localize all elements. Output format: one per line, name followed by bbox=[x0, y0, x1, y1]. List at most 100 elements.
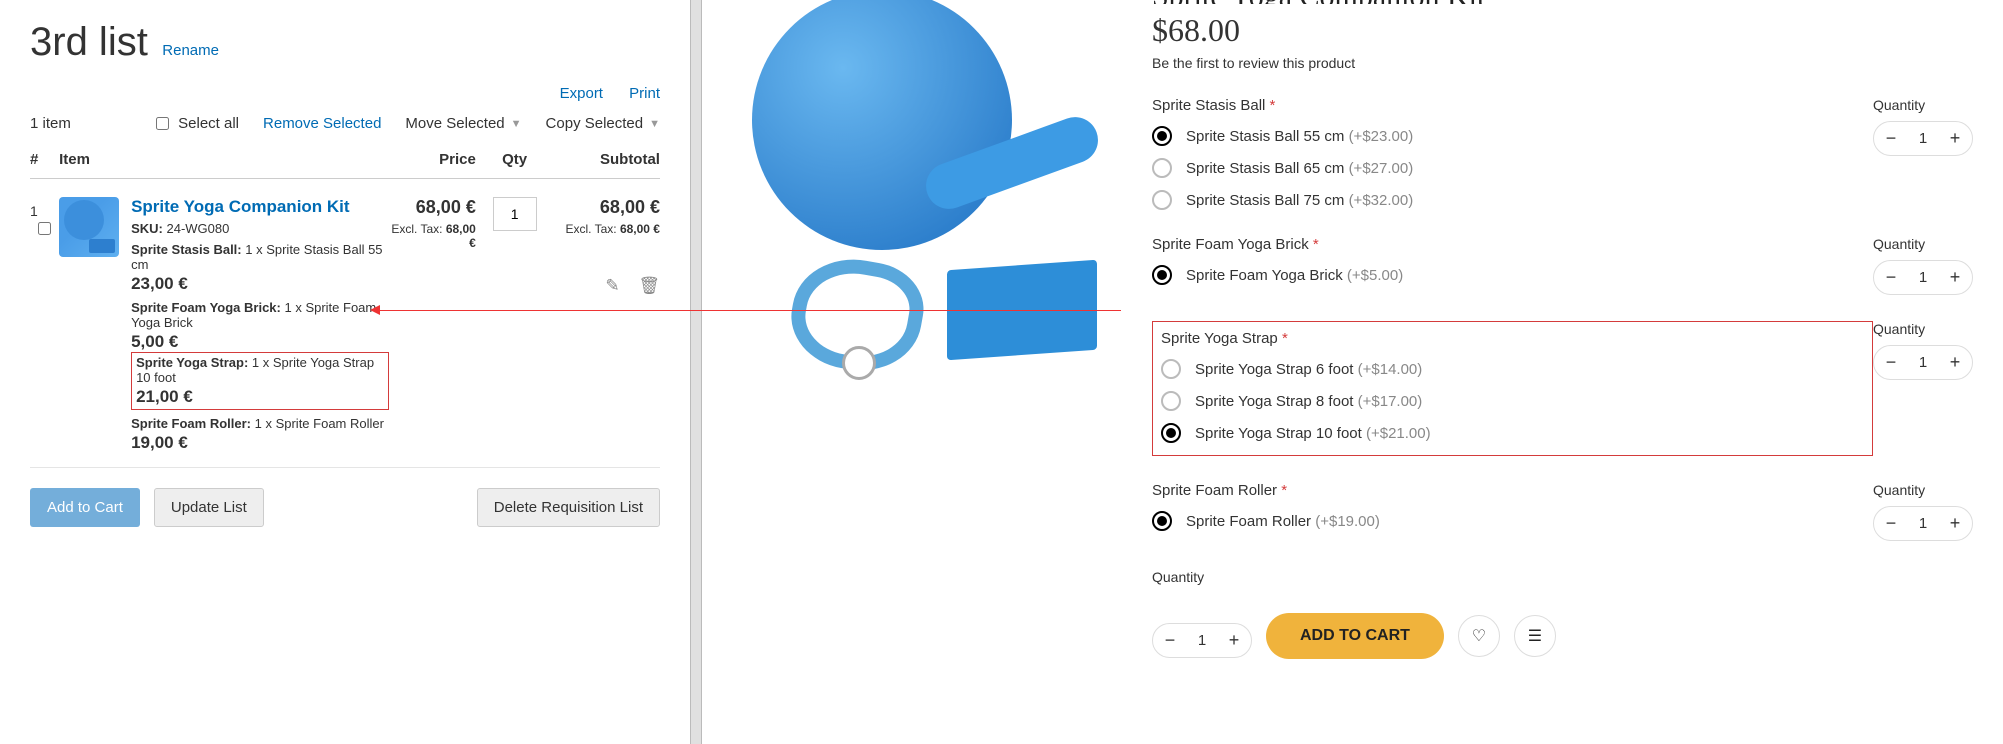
quantity-value: 1 bbox=[1916, 269, 1930, 286]
option-label: Sprite Yoga Strap 8 foot (+$17.00) bbox=[1195, 393, 1422, 410]
sku-value: 24-WG080 bbox=[166, 221, 229, 236]
option-radio-row[interactable]: Sprite Stasis Ball 55 cm (+$23.00) bbox=[1152, 126, 1873, 146]
quantity-stepper[interactable]: − 1 + bbox=[1873, 345, 1973, 380]
bundle-price: 23,00 € bbox=[131, 274, 389, 294]
select-all[interactable]: Select all bbox=[152, 114, 239, 133]
quantity-stepper[interactable]: − 1 + bbox=[1873, 506, 1973, 541]
radio-icon[interactable] bbox=[1161, 391, 1181, 411]
table-row: 1 Sprite Yoga Companion Kit SKU: 24-WG08… bbox=[30, 179, 660, 453]
wishlist-button[interactable]: ♡ bbox=[1458, 615, 1500, 657]
col-item: Item bbox=[59, 151, 389, 168]
minus-icon[interactable]: − bbox=[1884, 267, 1898, 288]
row-checkbox[interactable] bbox=[38, 222, 51, 235]
minus-icon[interactable]: − bbox=[1884, 513, 1898, 534]
option-radio-row[interactable]: Sprite Foam Yoga Brick (+$5.00) bbox=[1152, 265, 1873, 285]
option-radio-row[interactable]: Sprite Foam Roller (+$19.00) bbox=[1152, 511, 1873, 531]
quantity-value: 1 bbox=[1916, 354, 1930, 371]
page-title: 3rd list bbox=[30, 20, 148, 65]
plus-icon[interactable]: + bbox=[1948, 352, 1962, 373]
delete-list-button[interactable]: Delete Requisition List bbox=[477, 488, 660, 527]
option-radio-row[interactable]: Sprite Yoga Strap 8 foot (+$17.00) bbox=[1161, 391, 1864, 411]
option-title: Sprite Foam Roller * bbox=[1152, 482, 1873, 499]
option-block: Sprite Foam Roller * Sprite Foam Roller (… bbox=[1152, 482, 1973, 541]
bundle-value: 1 x Sprite Foam Roller bbox=[255, 416, 384, 431]
radio-icon[interactable] bbox=[1152, 190, 1172, 210]
option-label: Sprite Foam Yoga Brick (+$5.00) bbox=[1186, 267, 1403, 284]
radio-icon[interactable] bbox=[1161, 359, 1181, 379]
item-count: 1 item bbox=[30, 115, 71, 132]
col-qty: Qty bbox=[476, 151, 554, 168]
quantity-value: 1 bbox=[1195, 632, 1209, 649]
radio-icon[interactable] bbox=[1152, 158, 1172, 178]
option-title: Sprite Yoga Strap * bbox=[1161, 330, 1864, 347]
add-to-cart-button[interactable]: Add to Cart bbox=[30, 488, 140, 527]
minus-icon[interactable]: − bbox=[1884, 352, 1898, 373]
product-detail-panel: Sprite Yoga Companion Kit SKU 24-WG080 $… bbox=[702, 0, 2003, 744]
option-block: Sprite Yoga Strap * Sprite Yoga Strap 6 f… bbox=[1152, 321, 1973, 456]
move-selected[interactable]: Move Selected bbox=[405, 115, 504, 132]
bundle-label: Sprite Foam Yoga Brick: bbox=[131, 300, 281, 315]
bundle-label: Sprite Yoga Strap: bbox=[136, 355, 248, 370]
edit-icon[interactable]: ✎ bbox=[605, 276, 619, 295]
option-block: Sprite Foam Yoga Brick *Sprite Foam Yoga… bbox=[1152, 236, 1973, 295]
option-radio-row[interactable]: Sprite Yoga Strap 6 foot (+$14.00) bbox=[1161, 359, 1864, 379]
chevron-down-icon[interactable]: ▼ bbox=[511, 118, 522, 130]
excl-label: Excl. Tax: bbox=[391, 222, 442, 236]
quantity-stepper[interactable]: − 1 + bbox=[1152, 623, 1252, 658]
radio-icon[interactable] bbox=[1161, 423, 1181, 443]
qty-input[interactable] bbox=[493, 197, 537, 231]
plus-icon[interactable]: + bbox=[1948, 267, 1962, 288]
excl-price: 68,00 € bbox=[446, 222, 476, 250]
radio-icon[interactable] bbox=[1152, 511, 1172, 531]
excl-label: Excl. Tax: bbox=[565, 222, 616, 236]
requisition-list-panel: 3rd list Rename Export Print 1 item Sele… bbox=[0, 0, 690, 744]
radio-icon[interactable] bbox=[1152, 265, 1172, 285]
row-price: 68,00 € bbox=[389, 197, 476, 218]
row-subtotal: 68,00 € bbox=[553, 197, 660, 218]
option-label: Sprite Foam Roller (+$19.00) bbox=[1186, 513, 1380, 530]
quantity-stepper[interactable]: − 1 + bbox=[1873, 260, 1973, 295]
chevron-down-icon[interactable]: ▼ bbox=[649, 118, 660, 130]
print-link[interactable]: Print bbox=[629, 85, 660, 102]
quantity-label: Quantity bbox=[1873, 482, 1973, 498]
sku-label: SKU: bbox=[131, 221, 163, 236]
review-link[interactable]: Be the first to review this product bbox=[1152, 55, 1973, 71]
bundle-price: 21,00 € bbox=[136, 387, 384, 407]
product-name[interactable]: Sprite Yoga Companion Kit bbox=[131, 197, 389, 217]
minus-icon[interactable]: − bbox=[1884, 128, 1898, 149]
option-radio-row[interactable]: Sprite Stasis Ball 65 cm (+$27.00) bbox=[1152, 158, 1873, 178]
option-label: Sprite Stasis Ball 55 cm (+$23.00) bbox=[1186, 128, 1413, 145]
copy-selected[interactable]: Copy Selected bbox=[546, 115, 644, 132]
select-all-checkbox[interactable] bbox=[156, 117, 169, 130]
product-image bbox=[712, 0, 1112, 400]
radio-icon[interactable] bbox=[1152, 126, 1172, 146]
rename-link[interactable]: Rename bbox=[162, 42, 219, 59]
option-radio-row[interactable]: Sprite Yoga Strap 10 foot (+$21.00) bbox=[1161, 423, 1864, 443]
option-label: Sprite Stasis Ball 75 cm (+$32.00) bbox=[1186, 192, 1413, 209]
option-radio-row[interactable]: Sprite Stasis Ball 75 cm (+$32.00) bbox=[1152, 190, 1873, 210]
add-to-cart-button[interactable]: ADD TO CART bbox=[1266, 613, 1444, 659]
plus-icon[interactable]: + bbox=[1948, 513, 1962, 534]
plus-icon[interactable]: + bbox=[1227, 630, 1241, 651]
quantity-stepper[interactable]: − 1 + bbox=[1873, 121, 1973, 156]
row-number: 1 bbox=[30, 203, 38, 219]
compare-button[interactable]: ☰ bbox=[1514, 615, 1556, 657]
plus-icon[interactable]: + bbox=[1948, 128, 1962, 149]
option-block: Sprite Stasis Ball *Sprite Stasis Ball 5… bbox=[1152, 97, 1973, 210]
col-subtotal: Subtotal bbox=[553, 151, 660, 168]
product-sku: SKU 24-WG080 bbox=[1880, 0, 1973, 1]
quantity-value: 1 bbox=[1916, 130, 1930, 147]
option-label: Sprite Stasis Ball 65 cm (+$27.00) bbox=[1186, 160, 1413, 177]
update-list-button[interactable]: Update List bbox=[154, 488, 264, 527]
bundle-label: Sprite Stasis Ball: bbox=[131, 242, 242, 257]
quantity-label: Quantity bbox=[1873, 236, 1973, 252]
product-price: $68.00 bbox=[1152, 12, 1973, 49]
remove-selected[interactable]: Remove Selected bbox=[263, 115, 381, 132]
option-label: Sprite Yoga Strap 10 foot (+$21.00) bbox=[1195, 425, 1431, 442]
bundle-price: 5,00 € bbox=[131, 332, 389, 352]
delete-icon[interactable]: 🗑 bbox=[638, 276, 660, 295]
quantity-value: 1 bbox=[1916, 515, 1930, 532]
minus-icon[interactable]: − bbox=[1163, 630, 1177, 651]
separator bbox=[30, 467, 660, 468]
export-link[interactable]: Export bbox=[560, 85, 603, 102]
